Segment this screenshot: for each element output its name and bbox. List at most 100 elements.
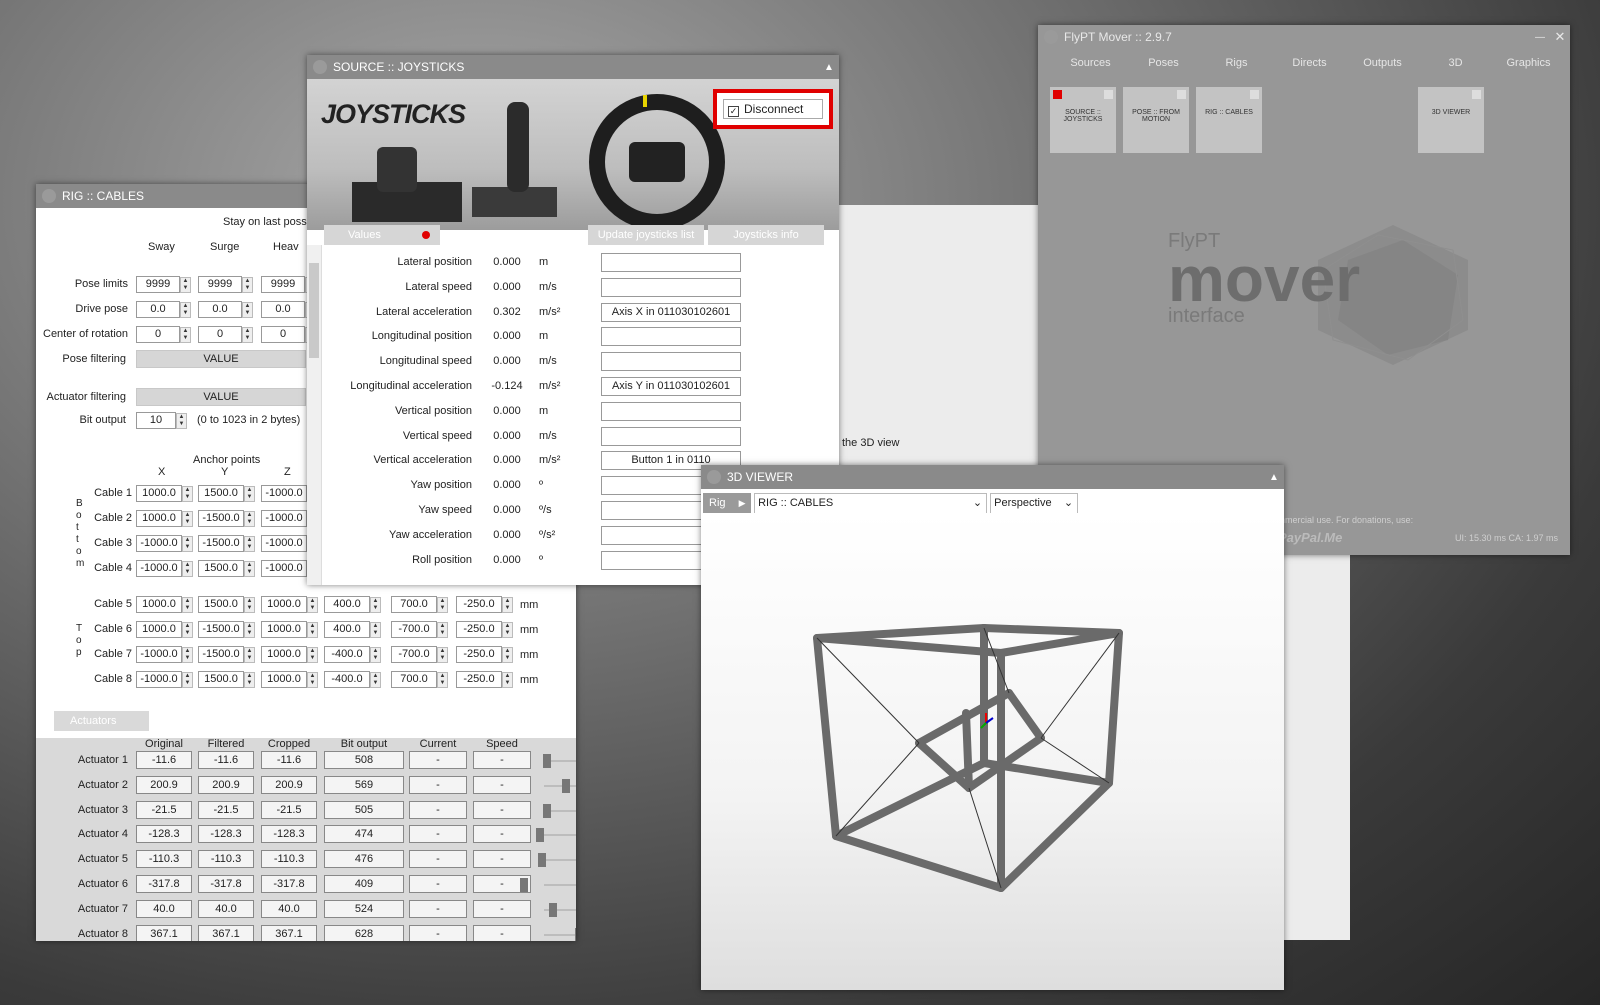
cable-input[interactable]: 1000.0 [261,646,307,663]
cable-input[interactable]: 400.0 [324,621,370,638]
actuator-position-slider[interactable] [536,828,576,843]
cable-input[interactable]: -1000.0 [136,646,182,663]
slider-knob[interactable] [575,927,576,941]
cable-input[interactable]: -1000.0 [136,535,182,552]
cable-spinner[interactable]: ▲▼ [437,671,448,688]
actuator-position-slider[interactable] [520,878,576,892]
pose-filtering-button[interactable]: VALUE [136,350,306,368]
module-toggle-icon[interactable] [1250,90,1259,99]
cable-input[interactable]: -1500.0 [198,535,244,552]
cable-spinner[interactable]: ▲▼ [502,621,513,638]
drive_pose-input[interactable]: 0.0 [261,301,305,318]
cable-input[interactable]: 400.0 [324,596,370,613]
drive_pose-input[interactable]: 0.0 [198,301,242,318]
cable-spinner[interactable]: ▲▼ [244,560,255,577]
tab-rigs[interactable]: Rigs [1200,57,1273,69]
slider-knob[interactable] [538,853,546,868]
cable-input[interactable]: 1000.0 [261,621,307,638]
joysticks-info-button[interactable]: Joysticks info [708,225,824,245]
tab-directs[interactable]: Directs [1273,57,1346,69]
scroll-thumb[interactable] [309,263,319,358]
module-toggle-icon[interactable] [1104,90,1113,99]
cable-spinner[interactable]: ▲▼ [370,671,381,688]
bit-output-spinner[interactable]: ▲ ▼ [176,412,187,429]
actuator-position-slider[interactable] [544,927,576,941]
actuator-position-slider[interactable] [543,803,576,818]
cable-input[interactable]: -1000.0 [136,560,182,577]
drive_pose-spinner[interactable]: ▲▼ [242,301,253,318]
cable-input[interactable]: 1000.0 [136,510,182,527]
cable-spinner[interactable]: ▲▼ [182,485,193,502]
cable-spinner[interactable]: ▲▼ [437,621,448,638]
cable-spinner[interactable]: ▲▼ [244,646,255,663]
cable-input[interactable]: 1000.0 [136,596,182,613]
bit-output-input[interactable]: 10 [136,412,176,429]
paypal-link[interactable]: PayPal.Me [1278,530,1342,545]
cable-input[interactable]: 1500.0 [198,596,244,613]
axis-assignment-field[interactable] [601,426,741,446]
cable-spinner[interactable]: ▲▼ [307,596,318,613]
cable-input[interactable]: -1000.0 [261,485,307,502]
actuator-position-slider[interactable] [544,902,576,917]
cable-spinner[interactable]: ▲▼ [307,646,318,663]
cable-spinner[interactable]: ▲▼ [244,510,255,527]
actuator-position-slider[interactable] [538,853,576,868]
slider-knob[interactable] [536,828,544,843]
cable-spinner[interactable]: ▲▼ [182,596,193,613]
cable-input[interactable]: 700.0 [391,671,437,688]
tab-3d[interactable]: 3D [1419,57,1492,69]
tab-poses[interactable]: Poses [1127,57,1200,69]
tab-sources[interactable]: Sources [1054,57,1127,69]
minimize-button[interactable]: — [1530,32,1550,43]
drive_pose-spinner[interactable]: ▲▼ [180,301,191,318]
axis-assignment-field[interactable] [601,327,741,347]
slider-knob[interactable] [543,754,551,768]
cable-input[interactable]: 1500.0 [198,671,244,688]
cable-input[interactable]: -400.0 [324,646,370,663]
pose_limits-spinner[interactable]: ▲▼ [242,276,253,293]
cable-input[interactable]: 1500.0 [198,485,244,502]
center-spinner[interactable]: ▲▼ [242,326,253,343]
cable-input[interactable]: -400.0 [324,671,370,688]
pose_limits-input[interactable]: 9999 [261,276,305,293]
tab-actuators[interactable]: Actuators [54,711,149,731]
center-input[interactable]: 0 [198,326,242,343]
center-spinner[interactable]: ▲▼ [180,326,191,343]
drive_pose-input[interactable]: 0.0 [136,301,180,318]
cable-spinner[interactable]: ▲▼ [244,485,255,502]
pose_limits-input[interactable]: 9999 [198,276,242,293]
cable-spinner[interactable]: ▲▼ [244,535,255,552]
cable-spinner[interactable]: ▲▼ [502,671,513,688]
cable-spinner[interactable]: ▲▼ [182,646,193,663]
slider-knob[interactable] [549,902,557,917]
actuator-filtering-button[interactable]: VALUE [136,388,306,406]
slider-knob[interactable] [562,778,570,793]
cable-spinner[interactable]: ▲▼ [182,621,193,638]
cable-input[interactable]: -250.0 [456,671,502,688]
tab-outputs[interactable]: Outputs [1346,57,1419,69]
cable-input[interactable]: -1000.0 [261,510,307,527]
cable-input[interactable]: 1000.0 [136,621,182,638]
cable-input[interactable]: -1500.0 [198,510,244,527]
module-toggle-icon[interactable] [1472,90,1481,99]
3d-canvas[interactable] [701,513,1284,990]
view-mode-select[interactable]: Perspective ⌄ [990,493,1079,514]
cable-spinner[interactable]: ▲▼ [370,621,381,638]
axis-assignment-field[interactable] [601,352,741,372]
axis-assignment-field[interactable] [601,277,741,297]
axis-assignment-field[interactable] [601,401,741,421]
cable-spinner[interactable]: ▲▼ [437,596,448,613]
cable-input[interactable]: 1000.0 [261,596,307,613]
cable-spinner[interactable]: ▲▼ [307,621,318,638]
cable-spinner[interactable]: ▲▼ [244,671,255,688]
rig-select[interactable]: RIG :: CABLES ⌄ [754,493,988,514]
axis-assignment-field[interactable]: Axis X in 011030102601 [601,302,741,322]
cable-spinner[interactable]: ▲▼ [307,671,318,688]
module-rig-cables[interactable]: RIG :: CABLES [1196,87,1262,153]
module-3d-viewer[interactable]: 3D VIEWER [1418,87,1484,153]
cable-spinner[interactable]: ▲▼ [370,646,381,663]
module-source-joysticks[interactable]: SOURCE :: JOYSTICKS [1050,87,1116,153]
pose_limits-input[interactable]: 9999 [136,276,180,293]
slider-knob[interactable] [543,803,551,818]
collapse-arrow-icon[interactable]: ▲ [819,62,839,73]
